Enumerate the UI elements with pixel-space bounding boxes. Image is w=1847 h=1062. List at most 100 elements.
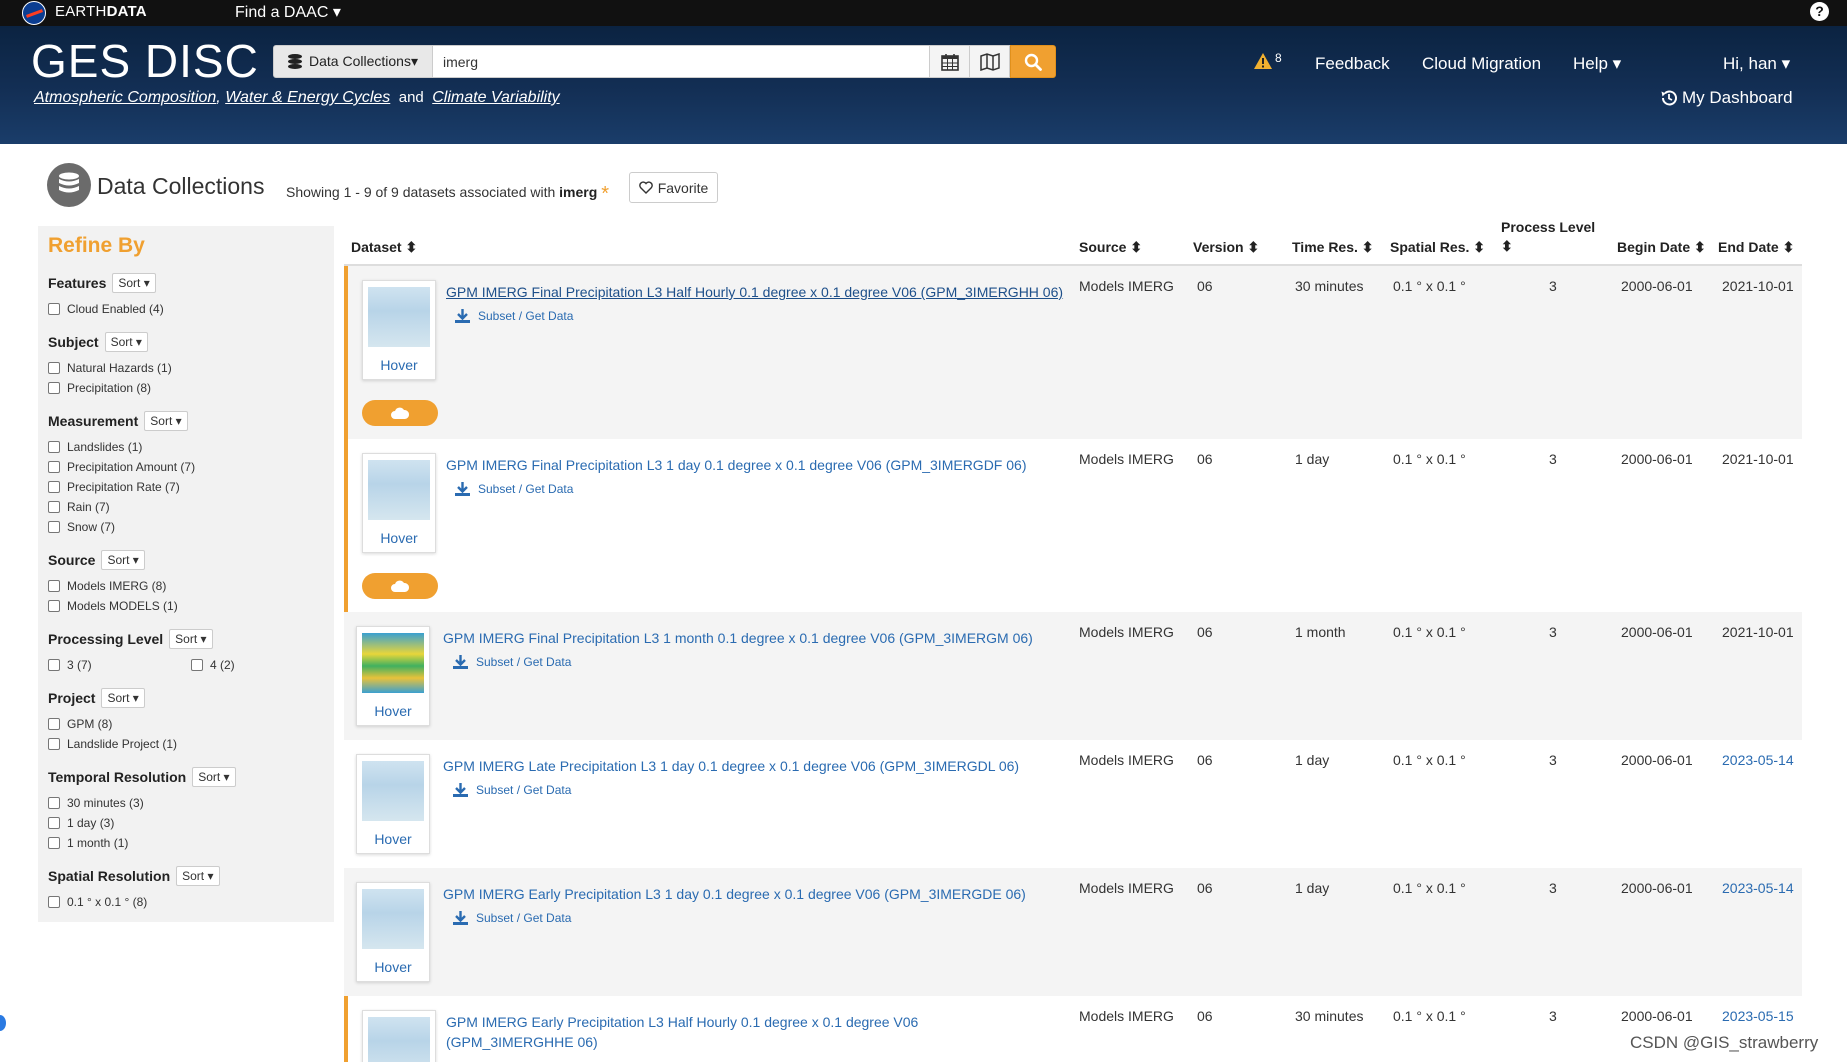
checkbox[interactable]: [48, 382, 60, 394]
facet-option[interactable]: GPM (8): [48, 714, 334, 734]
subset-get-data-link[interactable]: Subset / Get Data: [452, 654, 571, 670]
dataset-title-link[interactable]: GPM IMERG Final Precipitation L3 1 month…: [443, 628, 1033, 648]
sort-button[interactable]: Sort ▾: [104, 332, 148, 352]
col-version[interactable]: Version ⬍: [1193, 239, 1259, 256]
cell-end-date-link[interactable]: 2023-05-14: [1722, 880, 1794, 896]
facet-option[interactable]: Models IMERG (8): [48, 576, 334, 596]
facet-option[interactable]: 1 day (3): [48, 813, 334, 833]
dataset-thumbnail[interactable]: Hover: [356, 882, 430, 982]
dataset-title-link[interactable]: GPM IMERG Final Precipitation L3 Half Ho…: [446, 282, 1063, 302]
checkbox[interactable]: [48, 303, 60, 315]
sort-button[interactable]: Sort ▾: [169, 629, 213, 649]
sort-button[interactable]: Sort ▾: [112, 273, 156, 293]
checkbox[interactable]: [48, 501, 60, 513]
checkbox[interactable]: [48, 738, 60, 750]
search-button[interactable]: [1010, 45, 1056, 78]
dataset-title-link[interactable]: GPM IMERG Final Precipitation L3 1 day 0…: [446, 455, 1026, 475]
search-scope-dropdown[interactable]: Data Collections▾: [273, 45, 433, 78]
favorite-button[interactable]: Favorite: [629, 172, 718, 203]
facet-option[interactable]: Landslides (1): [48, 437, 334, 457]
nav-feedback[interactable]: Feedback: [1315, 54, 1390, 74]
col-dataset[interactable]: Dataset ⬍: [351, 239, 417, 256]
facet-option[interactable]: Precipitation Rate (7): [48, 477, 334, 497]
help-icon[interactable]: ?: [1810, 2, 1829, 21]
facet-features: Features Sort ▾ Cloud Enabled (4): [48, 273, 334, 319]
subset-get-data-link[interactable]: Subset / Get Data: [452, 782, 571, 798]
dataset-thumbnail[interactable]: Hover: [362, 453, 436, 553]
col-end-date[interactable]: End Date ⬍: [1718, 239, 1794, 256]
checkbox[interactable]: [48, 521, 60, 533]
sort-button[interactable]: Sort ▾: [192, 767, 236, 787]
facet-option[interactable]: Landslide Project (1): [48, 734, 334, 754]
checkbox[interactable]: [48, 362, 60, 374]
dataset-title-link[interactable]: GPM IMERG Early Precipitation L3 Half Ho…: [446, 1012, 918, 1052]
checkbox[interactable]: [48, 461, 60, 473]
dataset-thumbnail[interactable]: [362, 1010, 436, 1062]
cell-end-date-link[interactable]: 2023-05-14: [1722, 752, 1794, 768]
link-climate-variability[interactable]: Climate Variability: [432, 89, 559, 106]
warning-icon[interactable]: [1253, 52, 1273, 70]
checkbox[interactable]: [48, 441, 60, 453]
facet-option[interactable]: Cloud Enabled (4): [48, 299, 334, 319]
link-atmospheric-composition[interactable]: Atmospheric Composition: [34, 89, 216, 106]
my-dashboard-link[interactable]: My Dashboard: [1660, 88, 1793, 108]
facet-option[interactable]: 4 (2): [191, 655, 334, 675]
dataset-title-link[interactable]: GPM IMERG Late Precipitation L3 1 day 0.…: [443, 756, 1019, 776]
facet-option[interactable]: 30 minutes (3): [48, 793, 334, 813]
facet-option[interactable]: Precipitation Amount (7): [48, 457, 334, 477]
col-spatial-res[interactable]: Spatial Res. ⬍: [1390, 239, 1485, 256]
dataset-thumbnail[interactable]: Hover: [356, 754, 430, 854]
search-input[interactable]: [433, 45, 930, 78]
col-source[interactable]: Source ⬍: [1079, 239, 1142, 256]
col-process-level[interactable]: Process Level: [1501, 219, 1595, 235]
nasa-logo[interactable]: [22, 1, 46, 25]
cell-end-date-link[interactable]: 2023-05-15: [1722, 1008, 1794, 1024]
checkbox[interactable]: [48, 797, 60, 809]
dataset-thumbnail[interactable]: Hover: [356, 626, 430, 726]
map-button[interactable]: [970, 45, 1010, 78]
sort-button[interactable]: Sort ▾: [176, 866, 220, 886]
subset-get-data-link[interactable]: Subset / Get Data: [454, 481, 573, 497]
checkbox[interactable]: [48, 896, 60, 908]
scroll-indicator[interactable]: [0, 1015, 6, 1031]
cell-version: 06: [1197, 451, 1213, 467]
facet-option[interactable]: Snow (7): [48, 517, 334, 537]
cloud-enabled-badge[interactable]: [362, 573, 438, 599]
facet-option[interactable]: 1 month (1): [48, 833, 334, 853]
col-begin-date[interactable]: Begin Date ⬍: [1617, 239, 1706, 256]
col-time-res[interactable]: Time Res. ⬍: [1292, 239, 1374, 256]
subset-get-data-link[interactable]: Subset / Get Data: [454, 308, 573, 324]
checkbox[interactable]: [48, 718, 60, 730]
nav-help[interactable]: Help ▾: [1573, 54, 1621, 74]
sort-button[interactable]: Sort ▾: [144, 411, 188, 431]
facet-option[interactable]: Precipitation (8): [48, 378, 334, 398]
dataset-thumbnail[interactable]: Hover: [362, 280, 436, 380]
facet-option[interactable]: 3 (7): [48, 655, 191, 675]
facet-option[interactable]: Models MODELS (1): [48, 596, 334, 616]
calendar-button[interactable]: [930, 45, 970, 78]
map-thumbnail: [362, 633, 424, 693]
col-process-level-sort[interactable]: ⬍: [1501, 238, 1513, 255]
map-thumbnail: [362, 889, 424, 949]
find-daac-dropdown[interactable]: Find a DAAC ▾: [235, 2, 341, 22]
sort-button[interactable]: Sort ▾: [101, 688, 145, 708]
checkbox[interactable]: [48, 600, 60, 612]
dataset-title-link[interactable]: GPM IMERG Early Precipitation L3 1 day 0…: [443, 884, 1026, 904]
site-title[interactable]: GES DISC: [31, 34, 259, 88]
facet-option[interactable]: Natural Hazards (1): [48, 358, 334, 378]
checkbox[interactable]: [48, 481, 60, 493]
user-menu[interactable]: Hi, han ▾: [1723, 54, 1790, 74]
checkbox[interactable]: [48, 659, 60, 671]
subset-get-data-link[interactable]: Subset / Get Data: [452, 910, 571, 926]
earthdata-brand[interactable]: EARTHDATA: [55, 3, 147, 20]
facet-option[interactable]: Rain (7): [48, 497, 334, 517]
nav-cloud-migration[interactable]: Cloud Migration: [1422, 54, 1541, 74]
sort-button[interactable]: Sort ▾: [101, 550, 145, 570]
checkbox[interactable]: [48, 837, 60, 849]
checkbox[interactable]: [48, 580, 60, 592]
checkbox[interactable]: [191, 659, 203, 671]
checkbox[interactable]: [48, 817, 60, 829]
cloud-enabled-badge[interactable]: [362, 400, 438, 426]
facet-option[interactable]: 0.1 ° x 0.1 ° (8): [48, 892, 334, 912]
link-water-energy-cycles[interactable]: Water & Energy Cycles: [225, 89, 390, 106]
